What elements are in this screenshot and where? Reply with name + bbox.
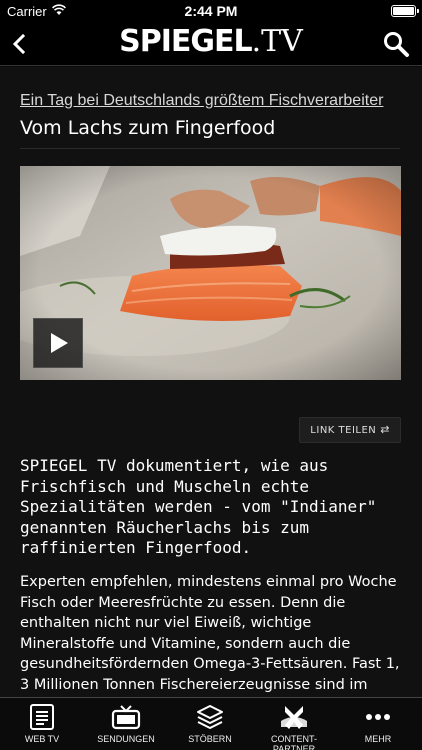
tab-web-tv[interactable]: WEB TV bbox=[0, 698, 84, 750]
share-link-button[interactable]: LINK TEILEN ⇄ bbox=[299, 417, 401, 443]
video-player[interactable] bbox=[20, 166, 401, 380]
share-label: LINK TEILEN bbox=[310, 425, 377, 436]
share-arrows-icon: ⇄ bbox=[380, 423, 390, 436]
more-dots-icon bbox=[366, 714, 390, 720]
article-body: Experten empfehlen, mindestens einmal pr… bbox=[20, 574, 400, 693]
article-content[interactable]: Ein Tag bei Deutschlands größtem Fischve… bbox=[0, 67, 422, 697]
tab-label: MEHR bbox=[364, 734, 392, 744]
logo-main: SPIEGEL bbox=[119, 24, 252, 59]
document-icon bbox=[30, 704, 54, 730]
tab-label: STÖBERN bbox=[188, 734, 232, 744]
tab-bar: WEB TV SENDUNGEN STÖBERN CONTENT-PARTNER… bbox=[0, 697, 422, 750]
layers-icon bbox=[197, 705, 223, 729]
partner-icon bbox=[281, 706, 307, 729]
tab-sendungen[interactable]: SENDUNGEN bbox=[84, 698, 168, 750]
logo-suffix: .TV bbox=[251, 24, 303, 59]
headline-divider bbox=[20, 148, 400, 149]
navigation-bar: SPIEGEL.TV bbox=[0, 22, 422, 66]
tab-label: CONTENT-PARTNER bbox=[271, 734, 317, 750]
tab-content-partner[interactable]: CONTENT-PARTNER bbox=[252, 698, 336, 750]
tab-mehr[interactable]: MEHR bbox=[336, 698, 420, 750]
article-headline: Vom Lachs zum Fingerfood bbox=[20, 117, 276, 139]
tv-icon bbox=[111, 705, 141, 730]
tab-label: WEB TV bbox=[24, 734, 60, 744]
search-icon[interactable] bbox=[382, 30, 410, 58]
tab-stoebern[interactable]: STÖBERN bbox=[168, 698, 252, 750]
article-kicker: Ein Tag bei Deutschlands größtem Fischve… bbox=[20, 92, 384, 109]
article-lead: SPIEGEL TV dokumentiert, wie aus Frischf… bbox=[20, 456, 377, 557]
play-icon bbox=[51, 333, 68, 353]
play-button[interactable] bbox=[33, 318, 83, 368]
status-bar: Carrier 2:44 PM bbox=[0, 0, 422, 22]
spiegel-tv-logo: SPIEGEL.TV bbox=[0, 24, 422, 59]
battery-icon bbox=[391, 5, 419, 17]
clock: 2:44 PM bbox=[184, 3, 238, 19]
tab-label: SENDUNGEN bbox=[97, 734, 155, 744]
